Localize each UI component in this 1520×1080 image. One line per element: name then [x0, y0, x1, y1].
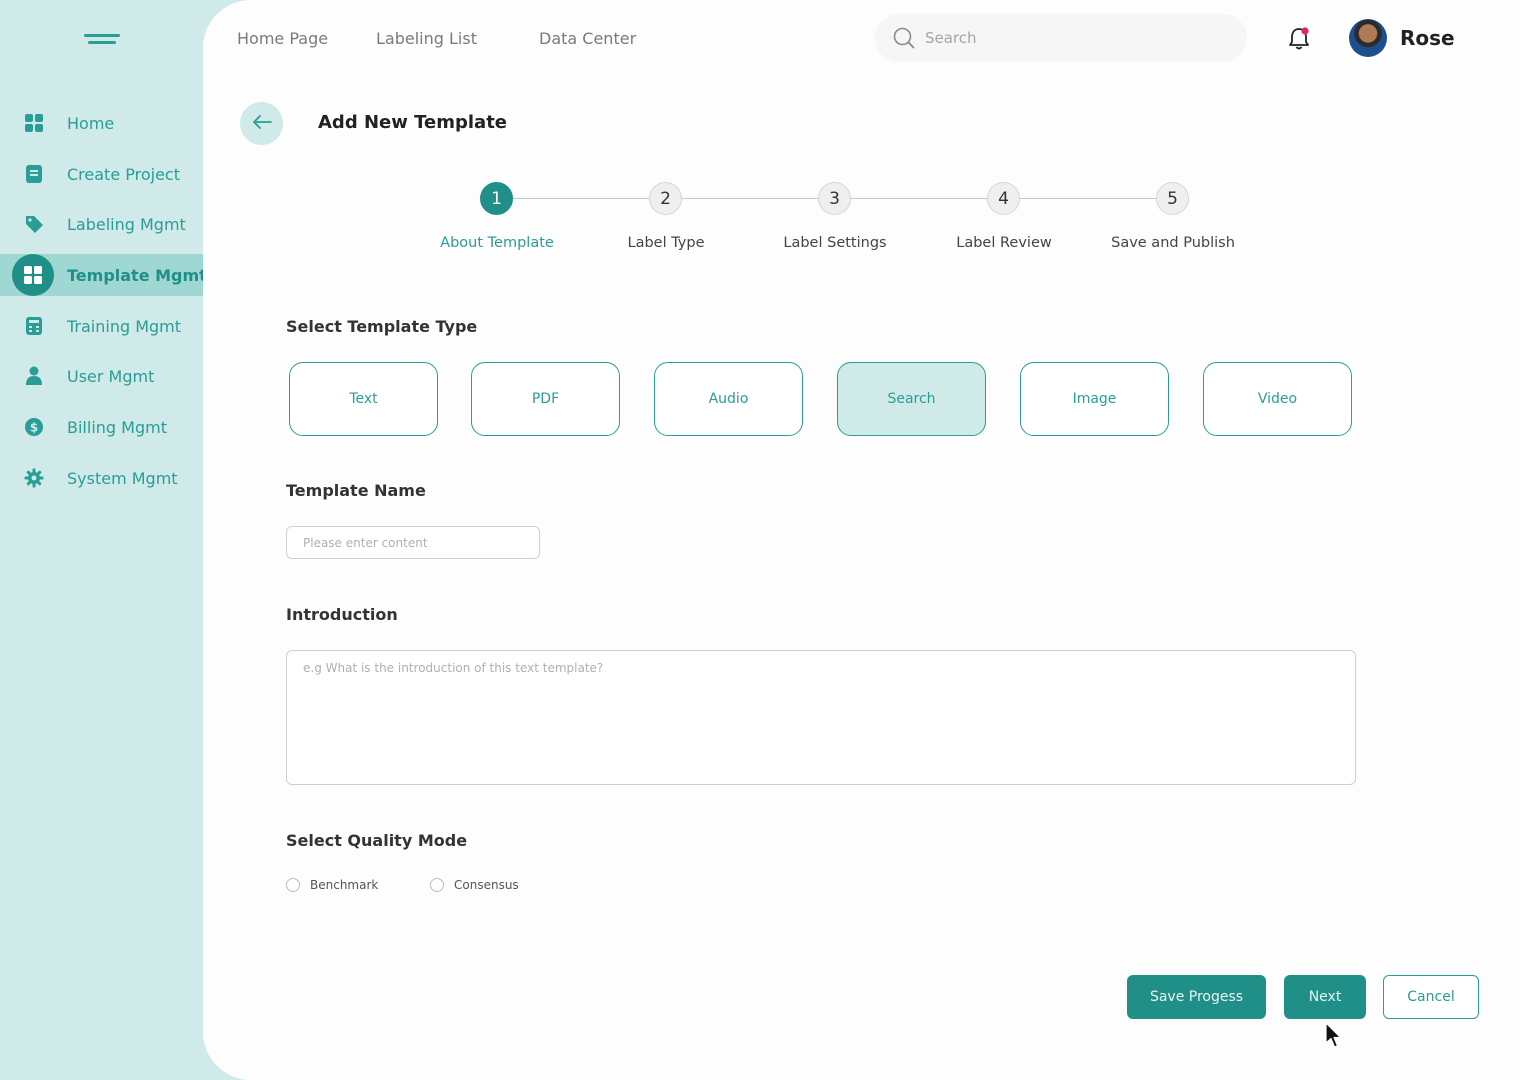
- step-5-label: Save and Publish: [1111, 235, 1235, 251]
- step-connector: [851, 198, 993, 199]
- sidebar-item-label: Billing Mgmt: [67, 417, 167, 437]
- template-type-video-button[interactable]: Video: [1203, 362, 1352, 436]
- step-connector: [513, 198, 655, 199]
- quality-mode-title: Select Quality Mode: [286, 831, 468, 850]
- radio-circle[interactable]: [430, 878, 444, 892]
- step-1-circle[interactable]: 1: [480, 182, 513, 215]
- introduction-title: Introduction: [286, 605, 398, 624]
- template-type-search-button[interactable]: Search: [837, 362, 986, 436]
- sidebar-item-training-mgmt[interactable]: Training Mgmt: [0, 305, 203, 347]
- arrow-left-icon: [251, 114, 273, 134]
- nav-home-page[interactable]: Home Page: [237, 29, 328, 48]
- sidebar-item-home[interactable]: Home: [0, 102, 203, 144]
- radio-circle[interactable]: [286, 878, 300, 892]
- gear-icon: [24, 468, 44, 488]
- radio-label: Benchmark: [310, 878, 379, 892]
- sidebar-item-label: System Mgmt: [67, 468, 178, 488]
- quality-mode-consensus-radio[interactable]: Consensus: [430, 878, 519, 892]
- search-icon: [893, 27, 915, 53]
- step-5-circle[interactable]: 5: [1156, 182, 1189, 215]
- nav-data-center[interactable]: Data Center: [539, 29, 636, 48]
- radio-label: Consensus: [454, 878, 519, 892]
- quality-mode-benchmark-radio[interactable]: Benchmark: [286, 878, 378, 892]
- sidebar-item-label: Training Mgmt: [67, 316, 182, 336]
- main-panel: Home Page Labeling List Data Center Rose…: [203, 0, 1520, 1080]
- username: Rose: [1400, 26, 1455, 50]
- sidebar-item-label: Labeling Mgmt: [67, 214, 186, 234]
- step-3-label: Label Settings: [783, 235, 887, 251]
- step-1-label: About Template: [440, 235, 554, 251]
- step-2-label: Label Type: [627, 235, 705, 251]
- template-type-image-button[interactable]: Image: [1020, 362, 1169, 436]
- sidebar-item-label: Create Project: [67, 164, 180, 184]
- back-button[interactable]: [240, 102, 283, 145]
- next-button[interactable]: Next: [1284, 975, 1366, 1019]
- template-type-audio-button[interactable]: Audio: [654, 362, 803, 436]
- page-title: Add New Template: [318, 112, 507, 133]
- sidebar-item-label: User Mgmt: [67, 366, 155, 386]
- menu-toggle-icon[interactable]: [84, 34, 120, 48]
- dollar-icon: $: [24, 417, 44, 437]
- calculator-icon: [24, 316, 44, 336]
- step-4-label: Label Review: [956, 235, 1052, 251]
- step-connector: [1020, 198, 1162, 199]
- document-icon: [24, 164, 44, 184]
- step-connector: [682, 198, 824, 199]
- template-icon: [12, 254, 54, 296]
- template-name-input[interactable]: [286, 526, 540, 559]
- avatar[interactable]: [1349, 19, 1387, 57]
- sidebar-item-label: Template Mgmt: [67, 265, 207, 285]
- sidebar-item-labeling-mgmt[interactable]: Labeling Mgmt: [0, 203, 203, 245]
- sidebar: Home Create Project Labeling Mgmt Templa…: [0, 0, 230, 1080]
- template-name-title: Template Name: [286, 481, 426, 500]
- mouse-cursor-icon: [1325, 1022, 1343, 1050]
- user-icon: [24, 366, 44, 386]
- template-type-title: Select Template Type: [286, 317, 478, 336]
- template-type-pdf-button[interactable]: PDF: [471, 362, 620, 436]
- step-3-circle[interactable]: 3: [818, 182, 851, 215]
- template-type-text-button[interactable]: Text: [289, 362, 438, 436]
- bell-icon[interactable]: [1287, 26, 1311, 52]
- sidebar-item-billing-mgmt[interactable]: $ Billing Mgmt: [0, 406, 203, 448]
- save-progress-button[interactable]: Save Progess: [1127, 975, 1266, 1019]
- svg-text:$: $: [30, 421, 38, 435]
- tag-icon: [24, 214, 44, 234]
- step-4-circle[interactable]: 4: [987, 182, 1020, 215]
- introduction-textarea[interactable]: [286, 650, 1356, 785]
- sidebar-item-template-mgmt[interactable]: Template Mgmt: [0, 254, 207, 296]
- cancel-button[interactable]: Cancel: [1383, 975, 1479, 1019]
- search-input[interactable]: [925, 26, 1225, 50]
- sidebar-item-user-mgmt[interactable]: User Mgmt: [0, 355, 203, 397]
- grid-icon: [24, 113, 44, 133]
- sidebar-item-system-mgmt[interactable]: System Mgmt: [0, 457, 203, 499]
- step-2-circle[interactable]: 2: [649, 182, 682, 215]
- nav-labeling-list[interactable]: Labeling List: [376, 29, 477, 48]
- sidebar-item-label: Home: [67, 113, 115, 133]
- search-bar: [875, 14, 1247, 62]
- sidebar-item-create-project[interactable]: Create Project: [0, 153, 203, 195]
